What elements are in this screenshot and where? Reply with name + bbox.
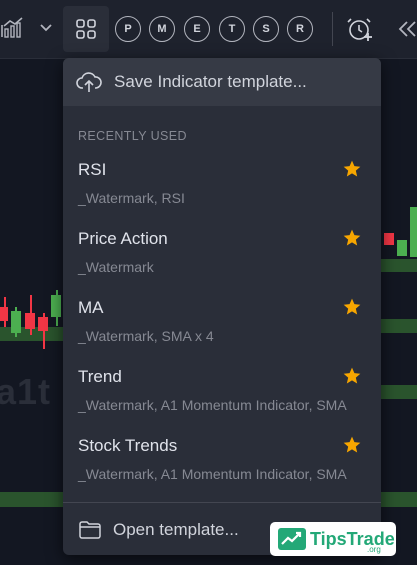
template-name: RSI [78, 160, 107, 179]
candle-bear [38, 317, 48, 331]
alert-clock-icon[interactable] [346, 15, 374, 43]
layout-p-button[interactable]: P [115, 16, 141, 42]
indicator-templates-icon [76, 19, 96, 39]
template-name: MA [78, 298, 104, 317]
open-template-label: Open template... [113, 519, 239, 539]
layout-t-label: T [228, 23, 236, 35]
template-description: _Watermark [78, 259, 154, 275]
trend-chart-icon [278, 528, 306, 550]
chevron-down-icon[interactable] [38, 20, 54, 36]
template-item-stock-trends[interactable]: Stock Trends _Watermark, A1 Momentum Ind… [63, 436, 381, 502]
logo-suffix: .org [367, 545, 381, 554]
layout-r-label: R [296, 23, 304, 35]
chart-watermark: a1t [0, 371, 52, 412]
star-icon[interactable] [342, 159, 362, 179]
save-template-button[interactable]: Save Indicator template... [63, 58, 381, 106]
star-icon[interactable] [342, 297, 362, 317]
template-name: Trend [78, 367, 122, 386]
layout-m-button[interactable]: M [149, 16, 175, 42]
menu-divider [63, 502, 381, 503]
layout-r-button[interactable]: R [287, 16, 313, 42]
support-band [378, 319, 417, 333]
star-icon[interactable] [342, 366, 362, 386]
layout-s-button[interactable]: S [253, 16, 279, 42]
layout-m-label: M [157, 23, 167, 35]
star-icon[interactable] [342, 228, 362, 248]
candle-bull [397, 240, 407, 256]
top-toolbar: P M E T S R [0, 0, 417, 59]
recently-used-heading: RECENTLY USED [78, 129, 187, 143]
folder-icon [79, 520, 101, 539]
logo-brand: TipsTrade [310, 529, 395, 549]
chart-style-icon[interactable] [0, 14, 26, 42]
support-band [381, 259, 417, 272]
template-name: Price Action [78, 229, 168, 248]
indicator-templates-button[interactable] [63, 6, 109, 52]
star-icon[interactable] [342, 435, 362, 455]
tipstrade-logo: TipsTrade .org [270, 522, 396, 556]
template-description: _Watermark, RSI [78, 190, 185, 206]
cloud-upload-icon [76, 72, 102, 92]
indicator-templates-menu: Save Indicator template... RECENTLY USED… [63, 58, 381, 555]
layout-t-button[interactable]: T [219, 16, 245, 42]
template-item-trend[interactable]: Trend _Watermark, A1 Momentum Indicator,… [63, 367, 381, 433]
template-item-rsi[interactable]: RSI _Watermark, RSI [63, 160, 381, 226]
save-template-label: Save Indicator template... [114, 72, 307, 91]
candle-bull [410, 207, 417, 257]
candle-bull [11, 311, 21, 333]
layout-e-label: E [193, 23, 201, 35]
template-item-ma[interactable]: MA _Watermark, SMA x 4 [63, 298, 381, 364]
layout-e-button[interactable]: E [184, 16, 210, 42]
layout-p-label: P [124, 23, 132, 35]
candle-bear [25, 313, 35, 329]
template-item-price-action[interactable]: Price Action _Watermark [63, 229, 381, 295]
candle-bear [0, 307, 8, 321]
layout-s-label: S [262, 23, 270, 35]
template-description: _Watermark, A1 Momentum Indicator, SMA [78, 466, 347, 482]
toolbar-divider [332, 12, 333, 46]
template-name: Stock Trends [78, 436, 178, 455]
rewind-icon[interactable] [398, 20, 417, 38]
template-description: _Watermark, A1 Momentum Indicator, SMA [78, 397, 347, 413]
template-description: _Watermark, SMA x 4 [78, 328, 214, 344]
candle-bear [384, 233, 394, 245]
support-band [381, 385, 417, 399]
candle-bull [51, 295, 61, 317]
